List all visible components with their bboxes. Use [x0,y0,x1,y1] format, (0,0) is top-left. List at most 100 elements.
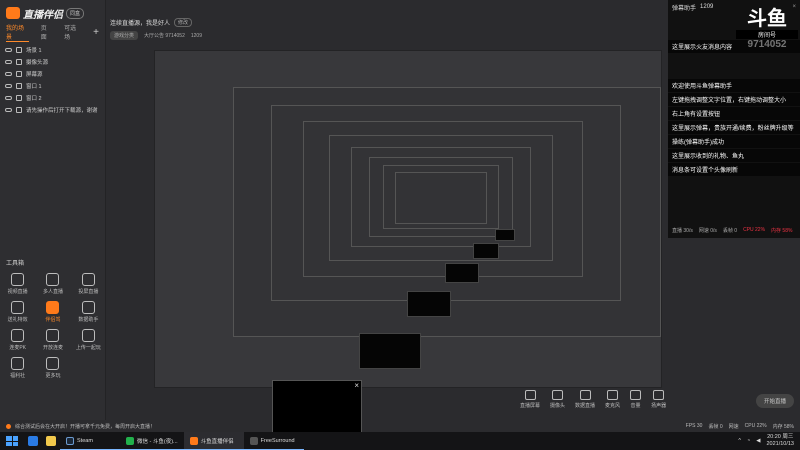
list-item[interactable]: 窗口 1 [0,80,105,92]
multi-user-icon [46,273,60,286]
status-drop: 丢帧 0 [708,423,723,430]
speaker-icon [630,390,642,400]
notice-icon [6,423,11,429]
tool-companion[interactable]: 伴侣驾 [35,301,70,323]
taskbar: Steam 微信 - 斗鱼(夜)... 斗鱼直播伴侣 FreeSurround … [0,432,800,450]
camera-button[interactable]: 摄像头 [550,390,565,409]
eye-icon[interactable] [5,48,12,52]
start-live-button[interactable]: 开始直播 [755,394,794,408]
close-icon[interactable]: × [354,381,359,390]
list-item[interactable]: 屏幕源 [0,68,105,80]
version-badge: 同盒 [66,7,85,19]
tool-multi-live[interactable]: 多人直播 [35,273,70,295]
eye-icon[interactable] [5,72,12,76]
category-select[interactable]: 游戏分类 [110,31,139,40]
tool-pk[interactable]: 连麦PK [0,329,35,351]
layer-icon [16,71,22,77]
taskbar-app-wechat[interactable]: 微信 - 斗鱼(夜)... [120,432,184,450]
stream-preview[interactable] [154,50,662,388]
scene-tabs: 我的场景 页面 可选场 + [0,23,105,42]
status-cpu: CPU 22% [744,422,767,429]
tool-more[interactable]: 更多玩 [35,357,70,379]
mic-icon [46,329,60,342]
black-window [359,333,421,369]
list-item[interactable]: 摄像头源 [0,56,105,68]
screen-icon [524,390,536,400]
eye-icon[interactable] [5,60,12,64]
windows-start-icon[interactable] [6,436,18,446]
layer-icon [16,107,22,113]
stat-mem: 内存 58% [771,227,793,234]
eye-icon[interactable] [5,84,12,88]
list-item[interactable]: 请先操作后打开下载源，谢谢 [0,104,105,116]
volume-icon[interactable]: ◀ [756,438,760,444]
tool-open-mic[interactable]: 开放连麦 [35,329,70,351]
app-sidebar: 直播伴侣 同盒 我的场景 页面 可选场 + 场景 1 摄像头源 屏幕源 窗口 1… [0,0,106,420]
tab-pages[interactable]: 页面 [41,23,52,41]
tv-icon [81,273,95,286]
taskbar-app-steam[interactable]: Steam [60,432,120,450]
layer-list: 场景 1 摄像头源 屏幕源 窗口 1 窗口 2 请先操作后打开下载源，谢谢 [0,44,105,116]
room-title: 连续直播源，我是好人 [110,21,171,27]
edge-icon[interactable] [28,436,38,446]
brand-name: 直播伴侣 [23,9,63,21]
volume-button[interactable]: 音量 [630,390,642,409]
taskbar-app-freesurround[interactable]: FreeSurround [243,432,304,450]
mic-icon [607,390,619,400]
room-header: 连续直播源，我是好人 修改 游戏分类 大厅公告 9714052 1209 [106,18,668,48]
chat-message: 这里展示收到的礼物、鱼丸 [668,149,800,162]
black-window [407,291,451,317]
add-scene-button[interactable]: + [93,27,99,38]
chat-message: 欢迎使用斗鱼弹幕助手 [668,79,800,92]
network-icon[interactable]: ◔ [747,438,750,444]
black-window [495,229,515,241]
layer-icon [16,47,22,53]
eye-icon[interactable] [5,108,12,112]
status-message: 综合测试后会在大开启！开播可拿千元免费，每周开启大直播！ [15,423,156,430]
speaker-out-icon [653,390,665,400]
control-bar: 直播屏幕 摄像头 数据直播 麦克风 音量 扬声器 开始直播 [520,386,800,418]
wechat-icon [126,436,134,445]
tool-welfare[interactable]: 福利社 [0,357,35,379]
taskbar-app-douyu[interactable]: 斗鱼直播伴侣 [183,432,244,450]
clock[interactable]: 20:20 周三 2021/10/13 [766,434,794,448]
chat-message: 操练(弹幕助手)成功 [668,135,800,148]
camera-icon [11,273,25,286]
tool-gift-fx[interactable]: 送礼特效 [0,301,35,323]
status-mem: 内存 58% [772,423,794,430]
list-item[interactable]: 窗口 2 [0,92,105,104]
pk-icon [11,329,25,342]
chat-message: 右上角有设置按钮 [668,107,800,120]
tab-optional[interactable]: 可选场 [64,23,81,41]
speaker-button[interactable]: 扬声器 [651,390,666,409]
tool-data[interactable]: 数据助手 [71,301,106,323]
record-button[interactable]: 数据直播 [575,390,595,409]
companion-icon [46,301,60,314]
chat-message: 消息条可设置个头像刷新 [668,163,800,176]
toolbox: 工具箱 视频直播 多人直播 投屏直播 送礼特效 伴侣驾 数据助手 连麦PK 开放… [0,258,106,379]
layer-icon [16,83,22,89]
floating-black-window[interactable]: × [272,380,362,434]
mic-button[interactable]: 麦克风 [605,390,620,409]
eye-icon[interactable] [5,96,12,100]
freesurround-icon [249,436,258,445]
screen-button[interactable]: 直播屏幕 [520,390,540,409]
tool-video-live[interactable]: 视频直播 [0,273,35,295]
tool-cast[interactable]: 投屏直播 [71,273,106,295]
panel-label: 弹幕助手 [672,5,697,12]
tool-share[interactable]: 上传一起玩 [71,329,106,351]
record-icon [579,390,591,400]
edit-title-button[interactable]: 修改 [174,18,193,27]
chat-list: 这里展示火友消息内容 欢迎使用斗鱼弹幕助手 左键拖拽调整文字位置，右键拖动调整大… [668,40,800,177]
folder-icon[interactable] [46,436,56,446]
record-icon [81,301,95,314]
room-id: 大厅公告 9714052 [144,33,185,39]
list-item[interactable]: 场景 1 [0,44,105,56]
tab-my-scenes[interactable]: 我的场景 [6,23,29,42]
chat-message: 这里展示火友消息内容 [668,40,800,53]
black-window [473,243,499,259]
more-icon [46,357,60,370]
stat-net: 网速 0/s [698,227,717,234]
camera-icon [552,390,564,400]
chevron-up-icon[interactable]: ^ [738,438,741,444]
